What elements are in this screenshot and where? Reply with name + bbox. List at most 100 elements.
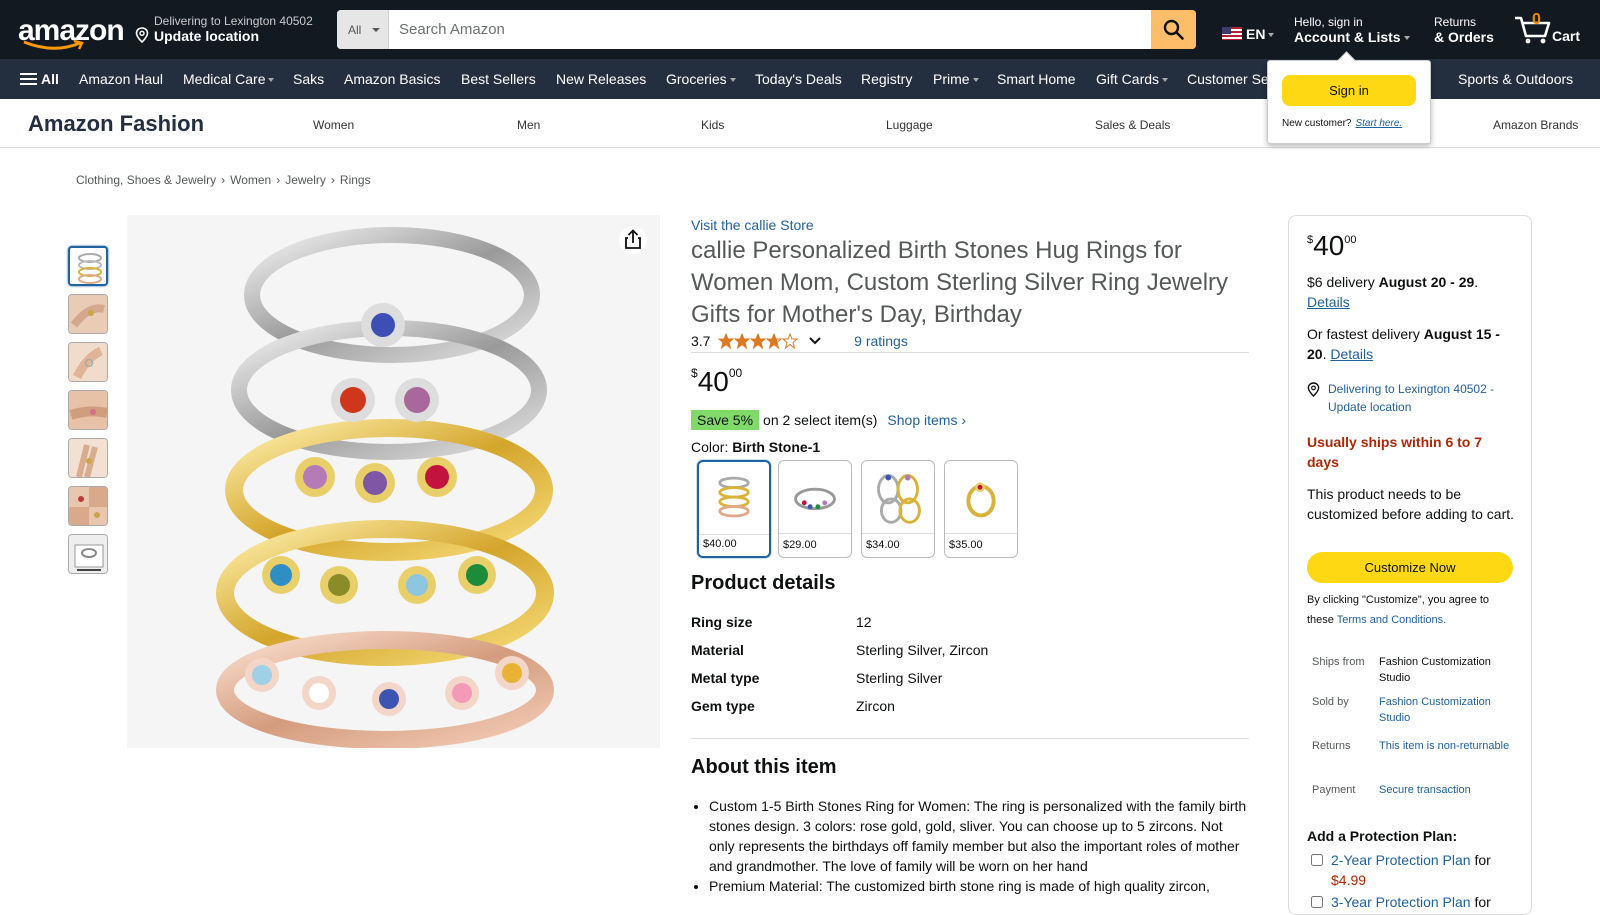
subnav-men[interactable]: Men: [517, 118, 540, 132]
info-value: Fashion Customization Studio: [1379, 656, 1491, 684]
subnav-amazon-brands[interactable]: Amazon Brands: [1493, 118, 1578, 132]
swatch-divider: [862, 533, 934, 534]
amazon-fashion-brand[interactable]: Amazon Fashion: [28, 111, 204, 137]
nav-item-sports-outdoors[interactable]: Sports & Outdoors: [1458, 71, 1573, 87]
breadcrumb: Clothing, Shoes & Jewelry › Women › Jewelry ›…: [76, 173, 371, 187]
nav-item-amazon-haul[interactable]: Amazon Haul: [79, 71, 163, 87]
nav-item-label: Gift Cards: [1096, 71, 1160, 87]
chevron-down-icon: [1403, 36, 1410, 40]
breadcrumb-separator: ›: [330, 173, 335, 187]
fastest-details-link[interactable]: Details: [1330, 346, 1373, 362]
swatch-price: $34.00: [866, 539, 900, 551]
search-button[interactable]: [1151, 10, 1196, 49]
delivery-location-link[interactable]: Delivering to Lexington 40502 - Update l…: [1328, 382, 1494, 414]
rating-value: 3.7: [691, 333, 711, 349]
chevron-down-icon[interactable]: [808, 336, 822, 346]
nav-item-amazon-basics[interactable]: Amazon Basics: [344, 71, 440, 87]
account-greeting: Hello, sign in: [1294, 15, 1363, 29]
terms-link[interactable]: Terms and Conditions.: [1337, 614, 1446, 626]
nav-item-new-releases[interactable]: New Releases: [556, 71, 646, 87]
deliver-line1: Delivering to Lexington 40502: [154, 14, 313, 28]
thumbnail-image[interactable]: [68, 390, 108, 430]
star-rating-icon: [718, 332, 799, 350]
search-category-label: All: [348, 23, 362, 37]
thumbnail-image[interactable]: [68, 246, 108, 286]
stacked-birthstone-rings-image: [127, 215, 660, 749]
thumbnail-image[interactable]: [68, 534, 108, 574]
start-here-link[interactable]: Start here.: [1355, 118, 1402, 129]
cart[interactable]: 0 Cart: [1513, 11, 1580, 49]
hamburger-icon: [20, 73, 37, 85]
nav-item-prime[interactable]: Prime: [933, 71, 979, 87]
color-label: Color:: [691, 439, 729, 455]
about-item-heading: About this item: [691, 756, 837, 778]
color-swatch[interactable]: $29.00: [778, 460, 852, 558]
plan-price: $4.99: [1331, 872, 1367, 888]
nav-item-best-sellers[interactable]: Best Sellers: [461, 71, 536, 87]
thumbnail-image[interactable]: [68, 294, 108, 334]
color-swatch[interactable]: $40.00: [697, 460, 771, 558]
search-category-dropdown[interactable]: All: [337, 10, 389, 49]
sign-in-button[interactable]: Sign in: [1282, 75, 1416, 106]
shop-items-link[interactable]: Shop items ›: [887, 412, 966, 428]
price-whole: 40: [697, 366, 729, 397]
breadcrumb-item[interactable]: Rings: [340, 173, 371, 187]
nav-item-registry[interactable]: Registry: [861, 71, 912, 87]
customize-now-button[interactable]: Customize Now: [1307, 552, 1513, 583]
nav-item-saks[interactable]: Saks: [293, 71, 324, 87]
ratings-count-link[interactable]: 9 ratings: [854, 333, 908, 349]
share-button[interactable]: [619, 226, 647, 254]
breadcrumb-item[interactable]: Jewelry: [285, 173, 326, 187]
breadcrumb-item[interactable]: Clothing, Shoes & Jewelry: [76, 173, 216, 187]
subnav-luggage[interactable]: Luggage: [886, 118, 933, 132]
search-input[interactable]: [389, 10, 1149, 49]
sold-by-link[interactable]: Fashion Customization Studio: [1379, 694, 1519, 726]
nav-item-gift-cards[interactable]: Gift Cards: [1096, 71, 1169, 87]
main-product-image[interactable]: [127, 215, 660, 749]
secure-transaction-link[interactable]: Secure transaction: [1379, 782, 1519, 798]
delivery-prefix: $6 delivery: [1307, 274, 1375, 290]
protection-plan-checkbox[interactable]: [1311, 854, 1323, 866]
product-price: $4000: [691, 366, 742, 398]
nav-item-groceries[interactable]: Groceries: [666, 71, 736, 87]
protection-plan-text: 2-Year Protection Plan for $4.99: [1331, 850, 1521, 890]
subnav-women[interactable]: Women: [313, 118, 354, 132]
star-rating[interactable]: [718, 332, 802, 352]
orders-label: & Orders: [1434, 29, 1494, 45]
buy-box: $4000 $6 delivery August 20 - 29. Detail…: [1288, 215, 1532, 915]
thumbnail-image[interactable]: [68, 438, 108, 478]
new-customer-text: New customer? Start here.: [1282, 118, 1402, 129]
nav-item-todays-deals[interactable]: Today's Deals: [755, 71, 842, 87]
subnav-sales-deals[interactable]: Sales & Deals: [1095, 118, 1170, 132]
delivery-location[interactable]: Delivering to Lexington 40502 - Update l…: [1307, 380, 1517, 416]
breadcrumb-item[interactable]: Women: [230, 173, 271, 187]
color-swatch[interactable]: $34.00: [861, 460, 935, 558]
returns-orders[interactable]: Returns & Orders: [1434, 15, 1494, 45]
visit-store-link[interactable]: Visit the callie Store: [691, 217, 814, 233]
color-swatch[interactable]: $35.00: [944, 460, 1018, 558]
protection-plan-link[interactable]: 2-Year Protection Plan: [1331, 852, 1471, 868]
account-lists[interactable]: Hello, sign in Account & Lists: [1294, 15, 1410, 45]
returns-policy-link[interactable]: This item is non-returnable: [1379, 738, 1519, 754]
nav-item-smart-home[interactable]: Smart Home: [997, 71, 1076, 87]
subnav-kids[interactable]: Kids: [701, 118, 724, 132]
thumbnail-image[interactable]: [68, 342, 108, 382]
thumbnail-image[interactable]: [68, 486, 108, 526]
detail-key: Metal type: [691, 670, 760, 686]
swatch-divider: [945, 533, 1017, 534]
hug-rings-swatch-icon: [877, 474, 921, 524]
sign-in-popover: Sign in New customer? Start here.: [1267, 60, 1431, 144]
protection-plan-checkbox[interactable]: [1311, 896, 1323, 908]
protection-plan-link[interactable]: 3-Year Protection Plan: [1331, 894, 1471, 910]
delivery-info: $6 delivery August 20 - 29. Details: [1307, 274, 1479, 310]
detail-value: Zircon: [856, 698, 895, 714]
deliver-to-location[interactable]: Delivering to Lexington 40502 Update loc…: [135, 14, 313, 44]
price-fraction: 00: [728, 366, 743, 380]
all-menu-button[interactable]: All: [20, 71, 59, 87]
cart-count: 0: [1532, 11, 1541, 28]
language-selector[interactable]: EN: [1222, 26, 1275, 42]
nav-item-medical-care[interactable]: Medical Care: [183, 71, 275, 87]
nav-item-label: Groceries: [666, 71, 727, 87]
returns-label: Returns: [1434, 15, 1477, 29]
delivery-details-link[interactable]: Details: [1307, 294, 1350, 310]
